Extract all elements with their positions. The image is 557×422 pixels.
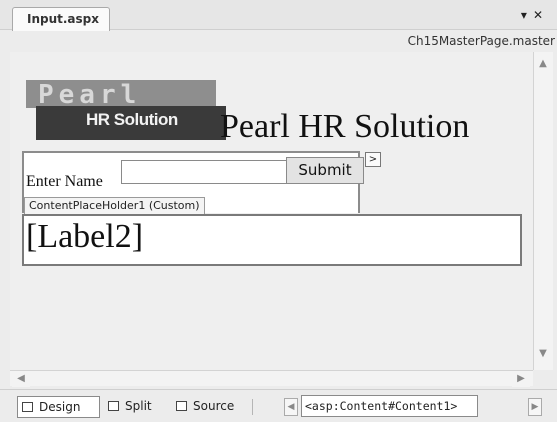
scroll-right-icon[interactable]: ▶ <box>512 371 530 387</box>
content-placeholder-tag[interactable]: ContentPlaceHolder1 (Custom) <box>24 197 205 215</box>
scroll-left-icon[interactable]: ◀ <box>12 371 30 387</box>
design-view-button[interactable]: Design <box>17 396 100 418</box>
enter-name-label: Enter Name <box>26 173 103 190</box>
scrollbar-corner <box>533 370 553 386</box>
horizontal-scrollbar[interactable]: ◀ ▶ <box>10 370 533 387</box>
master-page-label: Ch15MasterPage.master <box>407 34 555 48</box>
page-title: Pearl HR Solution <box>220 108 470 145</box>
tag-breadcrumb[interactable]: <asp:Content#Content1> <box>301 395 478 417</box>
source-view-button[interactable]: Source <box>176 396 234 418</box>
close-icon[interactable]: ✕ <box>533 8 549 22</box>
view-bar: Design Split Source ◀ <asp:Content#Conte… <box>0 389 557 422</box>
content-placeholder-region[interactable]: [Label2] <box>22 214 522 266</box>
breadcrumb-prev-icon[interactable]: ◀ <box>284 398 298 416</box>
label2-control[interactable]: [Label2] <box>26 218 143 256</box>
source-label: Source <box>193 399 235 413</box>
vertical-scrollbar[interactable]: ▲ ▼ <box>533 52 553 370</box>
document-tab-strip: Input.aspx ▾✕ <box>0 0 557 31</box>
scroll-up-icon[interactable]: ▲ <box>534 56 552 72</box>
submit-button[interactable]: Submit <box>286 157 364 184</box>
scroll-down-icon[interactable]: ▼ <box>534 346 552 362</box>
view-bar-divider <box>252 399 253 415</box>
name-input[interactable] <box>121 160 287 184</box>
split-icon <box>108 401 119 411</box>
smart-tag-icon[interactable]: > <box>365 152 381 167</box>
logo-brand-text: Pearl <box>38 80 142 110</box>
tab-input-aspx[interactable]: Input.aspx <box>12 7 111 31</box>
pearl-logo: Pearl HR Solution <box>26 80 226 142</box>
breadcrumb-next-icon[interactable]: ▶ <box>528 398 542 416</box>
design-icon <box>22 402 33 412</box>
logo-sub-text: HR Solution <box>86 110 178 129</box>
source-icon <box>176 401 187 411</box>
chevron-down-icon[interactable]: ▾ <box>521 8 533 22</box>
split-label: Split <box>125 399 152 413</box>
design-label: Design <box>39 400 81 414</box>
tab-title: Input.aspx <box>27 12 100 26</box>
split-view-button[interactable]: Split <box>108 396 152 418</box>
design-surface[interactable]: Pearl HR Solution Pearl HR Solution Ente… <box>10 52 533 370</box>
tab-controls: ▾✕ <box>521 8 549 22</box>
